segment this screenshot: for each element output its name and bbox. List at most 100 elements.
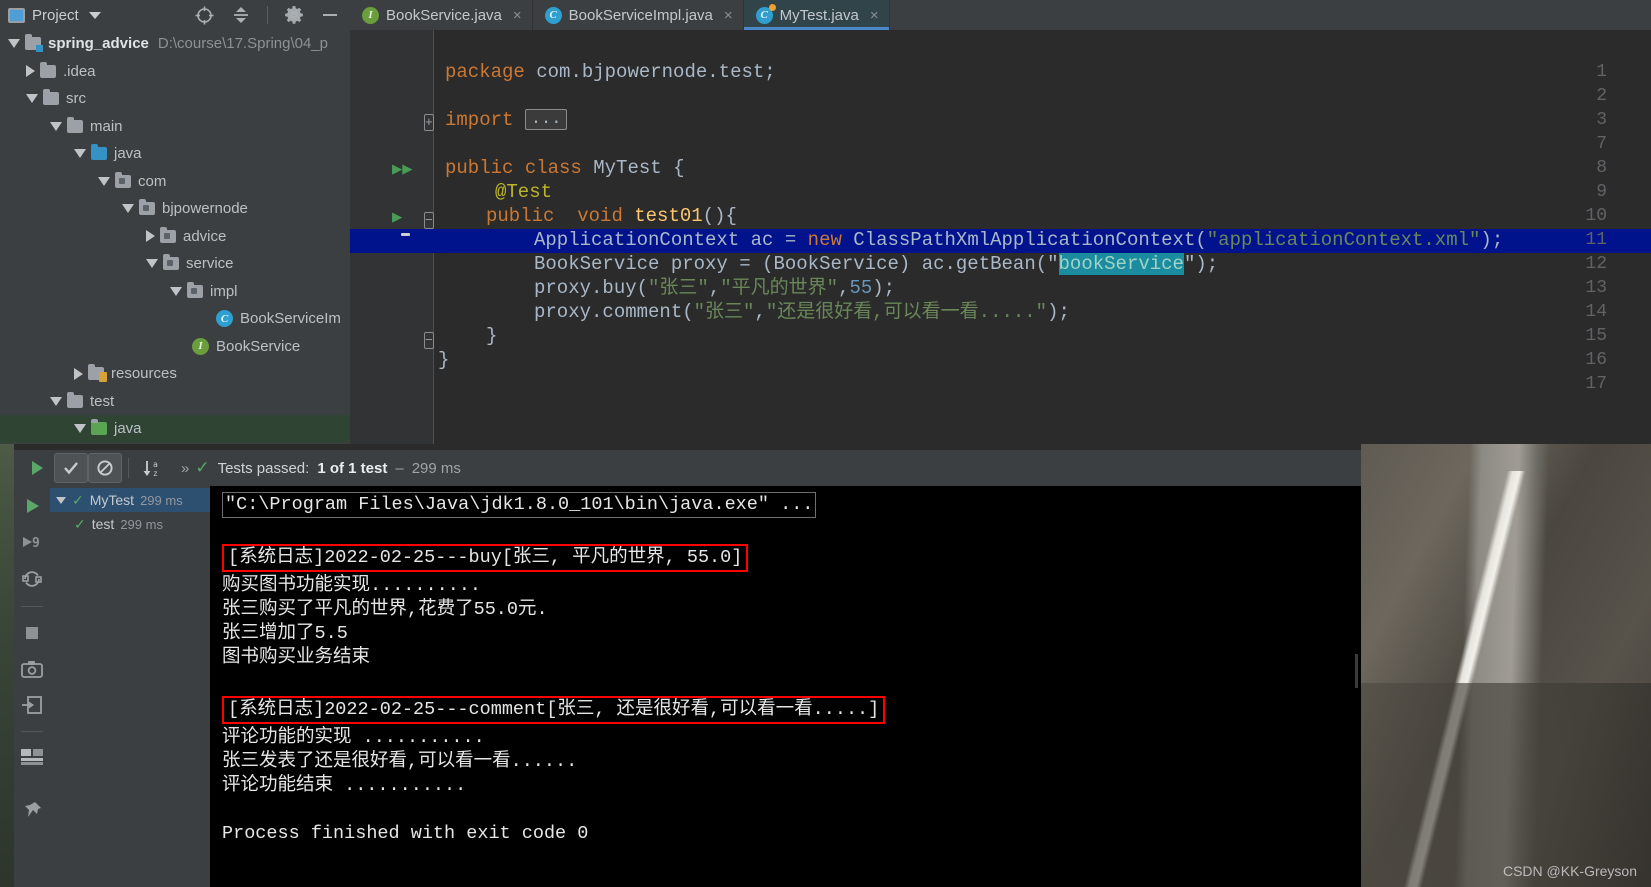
chevron-down-icon[interactable] — [122, 204, 134, 214]
close-icon[interactable]: × — [870, 7, 879, 24]
tree-row-idea[interactable]: .idea — [0, 58, 350, 86]
export-icon[interactable] — [21, 695, 43, 715]
test-tree-row-test[interactable]: ✓ test 299 ms — [50, 512, 210, 536]
chevron-right-icon[interactable] — [146, 230, 155, 243]
project-path-label: D:\course\17.Spring\04_p — [157, 35, 328, 53]
svg-text:z: z — [153, 469, 158, 478]
rerun-play-icon[interactable] — [20, 453, 54, 483]
rerun-failed-tests-icon[interactable]: 9 — [21, 532, 43, 552]
project-tree[interactable]: spring_advice D:\course\17.Spring\04_p .… — [0, 30, 350, 444]
run-method-gutter-icon[interactable]: ▶ — [392, 206, 402, 228]
tree-item-label: BookServiceIm — [240, 310, 341, 328]
sort-alpha-icon[interactable]: az — [135, 453, 169, 483]
fold-collapse-end-icon[interactable]: − — [424, 328, 434, 350]
expand-chevrons-icon[interactable]: » — [181, 460, 189, 477]
close-icon[interactable]: × — [513, 7, 522, 24]
tree-row-advice[interactable]: advice — [0, 223, 350, 251]
interface-badge-icon: I — [192, 337, 209, 355]
console-output[interactable]: "C:\Program Files\Java\jdk1.8.0_101\bin\… — [210, 486, 1361, 887]
module-folder-icon — [25, 34, 43, 53]
minimize-icon[interactable] — [320, 5, 340, 25]
chevron-down-icon[interactable] — [50, 121, 62, 131]
tree-row-java-main[interactable]: java — [0, 140, 350, 168]
pin-icon[interactable] — [21, 800, 43, 822]
tree-row-main[interactable]: main — [0, 113, 350, 141]
tab-mytest-java[interactable]: C MyTest.java × — [743, 0, 890, 30]
test-duration-label: 299 ms — [120, 516, 163, 532]
chevron-down-icon[interactable] — [26, 94, 38, 104]
tree-item-label: service — [186, 255, 234, 273]
type-bookservice: BookService — [534, 253, 660, 275]
package-icon — [163, 254, 179, 271]
keyword-public: public — [486, 205, 555, 227]
test-duration-label: 299 ms — [140, 492, 183, 508]
code-line-3: import ... — [445, 108, 568, 132]
locate-icon[interactable] — [194, 5, 215, 26]
run-class-gutter-icon[interactable]: ▶▶ — [392, 158, 412, 180]
folded-imports[interactable]: ... — [524, 109, 568, 130]
chevron-right-icon[interactable] — [74, 367, 83, 380]
chevron-down-icon[interactable] — [74, 424, 86, 434]
tree-row-java-test[interactable]: java — [0, 415, 350, 443]
chevron-down-icon[interactable] — [50, 396, 62, 406]
test-tree-row-mytest[interactable]: ✓ MyTest 299 ms — [50, 488, 210, 512]
check-icon: ✓ — [74, 515, 86, 532]
collapse-all-icon[interactable] — [231, 5, 251, 25]
ide-window: Project I BookService.java × C BookServi… — [0, 0, 1651, 887]
keyword-void: void — [577, 205, 623, 227]
getbean-call: ac.getBean( — [921, 253, 1048, 275]
tree-row-test[interactable]: test — [0, 388, 350, 416]
tree-row-src[interactable]: src — [0, 85, 350, 113]
chevron-down-icon[interactable] — [170, 286, 182, 296]
fold-expand-icon[interactable]: + — [424, 110, 434, 132]
console-scrollbar[interactable] — [1355, 654, 1358, 689]
console-line-boxed-buy: [系统日志]2022-02-25---buy[张三, 平凡的世界, 55.0] — [222, 542, 1361, 574]
tab-label: BookServiceImpl.java — [568, 6, 713, 24]
tree-item-label: com — [138, 172, 167, 190]
tests-duration: 299 ms — [411, 459, 461, 477]
chevron-right-icon[interactable] — [26, 65, 35, 78]
rerun-automatically-icon[interactable] — [21, 568, 43, 590]
code-editor[interactable]: 1 2 3 7 8 9 10 11 12 13 14 15 16 17 ▶▶ ▶… — [350, 30, 1651, 444]
tab-bookserviceimpl-java[interactable]: C BookServiceImpl.java × — [533, 0, 744, 30]
console-line-exit: Process finished with exit code 0 — [222, 823, 589, 844]
close-icon[interactable]: × — [724, 7, 733, 24]
run-play-icon[interactable] — [22, 496, 42, 516]
tab-bookservice-java[interactable]: I BookService.java × — [350, 0, 533, 30]
tree-item-label: impl — [210, 282, 238, 300]
fold-collapse-icon[interactable]: − — [424, 208, 434, 230]
layout-icon[interactable] — [20, 748, 44, 766]
console-line-boxed-comment: [系统日志]2022-02-25---comment[张三, 还是很好看,可以看… — [222, 694, 1361, 726]
chevron-down-icon[interactable] — [8, 39, 20, 49]
tree-row-bookserviceimpl[interactable]: C BookServiceIm — [0, 305, 350, 333]
interface-badge-icon: I — [362, 6, 379, 24]
chevron-down-icon[interactable] — [74, 149, 86, 159]
chevron-down-icon[interactable] — [98, 176, 110, 186]
tree-row-spring-advice[interactable]: spring_advice D:\course\17.Spring\04_p — [0, 30, 350, 58]
console-line: 张三增加了5.5 — [222, 623, 348, 644]
folder-icon — [67, 116, 83, 133]
test-source-folder-icon — [91, 419, 107, 436]
check-icon: ✓ — [195, 458, 210, 477]
tree-row-impl[interactable]: impl — [0, 278, 350, 306]
tree-item-label: spring_advice — [48, 35, 149, 53]
test-name-label: test — [91, 516, 115, 532]
tree-row-service[interactable]: service — [0, 250, 350, 278]
hide-ignored-circle-icon[interactable] — [88, 453, 122, 483]
chevron-down-icon[interactable] — [56, 496, 66, 504]
tree-row-com[interactable]: com — [0, 168, 350, 196]
tree-row-bookservice[interactable]: I BookService — [0, 333, 350, 361]
settings-gear-icon[interactable] — [284, 5, 304, 25]
tree-row-bjpowernode[interactable]: bjpowernode — [0, 195, 350, 223]
tree-row-resources[interactable]: resources — [0, 360, 350, 388]
code-line-12: BookService proxy = (BookService) ac.get… — [534, 253, 1219, 275]
show-passed-check-icon[interactable] — [54, 453, 88, 483]
keyword-new: new — [807, 229, 842, 251]
status-dash: – — [395, 459, 404, 477]
chevron-down-icon[interactable] — [146, 259, 158, 269]
test-results-tree[interactable]: ✓ MyTest 299 ms ✓ test 299 ms — [50, 486, 210, 887]
line-number: 7 — [1596, 134, 1607, 154]
string-zhangsan: "张三" — [693, 301, 755, 323]
camera-icon[interactable] — [20, 659, 44, 679]
stop-icon[interactable] — [22, 623, 42, 643]
